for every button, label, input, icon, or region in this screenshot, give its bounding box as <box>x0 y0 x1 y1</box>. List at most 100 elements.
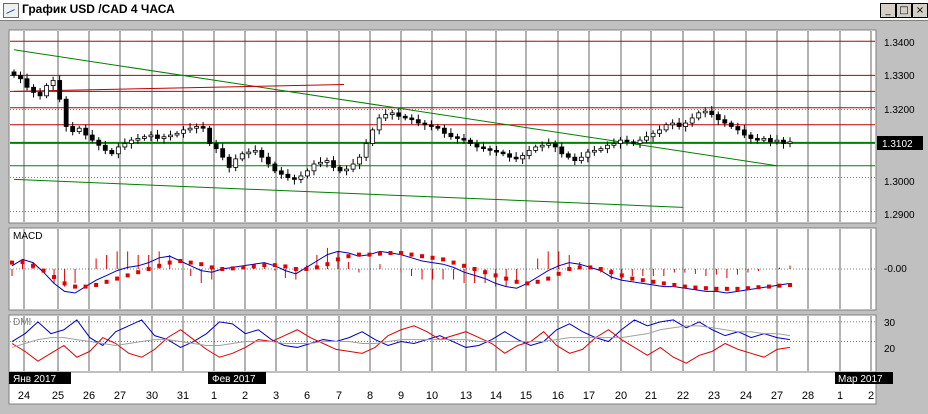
candle-body <box>513 156 519 160</box>
candle-body <box>487 148 493 151</box>
candle-body <box>233 158 239 168</box>
macd-signal-point <box>157 263 162 268</box>
macd-signal-point <box>94 283 99 287</box>
macd-signal-point <box>766 284 771 289</box>
candle-body <box>298 175 304 180</box>
macd-signal-point <box>125 273 130 278</box>
day-label: 21 <box>645 390 657 402</box>
candle-body <box>311 163 317 172</box>
dmi-tick-30: 30 <box>884 318 896 329</box>
candle-body <box>155 134 160 139</box>
candle-body <box>220 148 226 158</box>
candle-body <box>650 132 656 138</box>
candle-body <box>63 98 69 127</box>
candle-body <box>428 124 434 127</box>
candle-body <box>272 163 278 172</box>
candle-body <box>142 136 147 139</box>
candle-body <box>305 170 310 177</box>
chart-app-icon <box>3 3 19 18</box>
candle-body <box>631 141 636 144</box>
macd-zero-tick: -0.00 <box>884 264 907 275</box>
macd-signal-point <box>251 264 256 269</box>
day-label: 23 <box>708 390 720 402</box>
chart-canvas[interactable]: 1.3400 1.3300 1.3200 1.3000 1.2900 1.310… <box>0 21 928 409</box>
candle-body <box>741 129 747 136</box>
candle-body <box>565 153 571 158</box>
candle-body <box>481 146 486 150</box>
macd-signal-point <box>62 281 67 286</box>
macd-signal-point <box>409 252 414 257</box>
candle-body <box>194 126 199 129</box>
day-label: 9 <box>398 390 404 402</box>
candle-body <box>24 78 30 88</box>
macd-signal-point <box>73 284 78 289</box>
day-label: 1 <box>211 390 217 402</box>
candle-body <box>96 139 102 146</box>
candle-body <box>468 139 473 144</box>
candle-body <box>31 86 36 93</box>
candle-body <box>370 129 376 144</box>
macd-signal-point <box>724 286 729 291</box>
macd-signal-point <box>83 284 88 289</box>
day-label: 24 <box>18 390 30 402</box>
candle-body <box>461 138 467 141</box>
candle-body <box>422 122 428 126</box>
candle-body <box>474 143 480 148</box>
window-titlebar: График USD /CAD 4 ЧАСА _ □ × <box>0 0 928 21</box>
candle-body <box>337 167 343 172</box>
candle-body <box>533 146 539 151</box>
macd-signal-point <box>293 267 298 271</box>
candle-body <box>709 110 715 115</box>
macd-signal-point <box>462 263 467 268</box>
macd-signal-point <box>546 276 551 281</box>
candle-body <box>181 129 186 134</box>
close-button[interactable]: × <box>912 3 928 18</box>
candle-body <box>683 122 689 127</box>
day-label: 24 <box>740 390 752 402</box>
candle-body <box>213 143 219 150</box>
candle-body <box>363 143 369 158</box>
macd-signal-point <box>209 265 214 270</box>
chart-area[interactable]: 1.3400 1.3300 1.3200 1.3000 1.2900 1.310… <box>0 21 928 409</box>
candle-body <box>226 156 232 168</box>
macd-signal-point <box>567 267 572 271</box>
candle-body <box>265 156 271 165</box>
candle-body <box>441 127 447 134</box>
macd-signal-point <box>377 251 382 256</box>
candle-body <box>292 177 297 180</box>
day-label: 27 <box>114 390 126 402</box>
day-label: 13 <box>460 390 472 402</box>
candle-body <box>526 149 532 156</box>
candle-body <box>70 126 76 133</box>
candle-body <box>357 156 363 165</box>
candle-body <box>748 134 754 139</box>
candle-body <box>389 112 395 115</box>
candle-body <box>76 127 82 133</box>
candle-body <box>578 156 584 162</box>
candle-body <box>435 126 441 129</box>
macd-signal-point <box>672 283 677 287</box>
candle-body <box>605 144 610 150</box>
day-label: 26 <box>83 390 95 402</box>
candle-body <box>611 143 617 146</box>
macd-signal-point <box>735 286 740 291</box>
macd-signal-point <box>41 268 46 273</box>
macd-signal-point <box>483 270 488 275</box>
candle-body <box>696 112 702 119</box>
macd-signal-point <box>335 257 340 262</box>
macd-signal-point <box>325 262 330 267</box>
candle-body <box>552 143 558 148</box>
maximize-button[interactable]: □ <box>896 3 912 18</box>
macd-signal-point <box>619 273 624 278</box>
macd-signal-point <box>399 251 403 255</box>
candle-body <box>520 155 526 160</box>
macd-signal-point <box>441 257 446 262</box>
macd-signal-point <box>272 263 277 268</box>
candle-body <box>246 151 252 155</box>
candle-body <box>207 127 213 144</box>
minimize-button[interactable]: _ <box>880 3 896 18</box>
day-label: 1 <box>837 390 843 402</box>
candle-body <box>507 153 512 158</box>
candle-body <box>676 122 682 127</box>
day-label: 14 <box>490 390 502 402</box>
